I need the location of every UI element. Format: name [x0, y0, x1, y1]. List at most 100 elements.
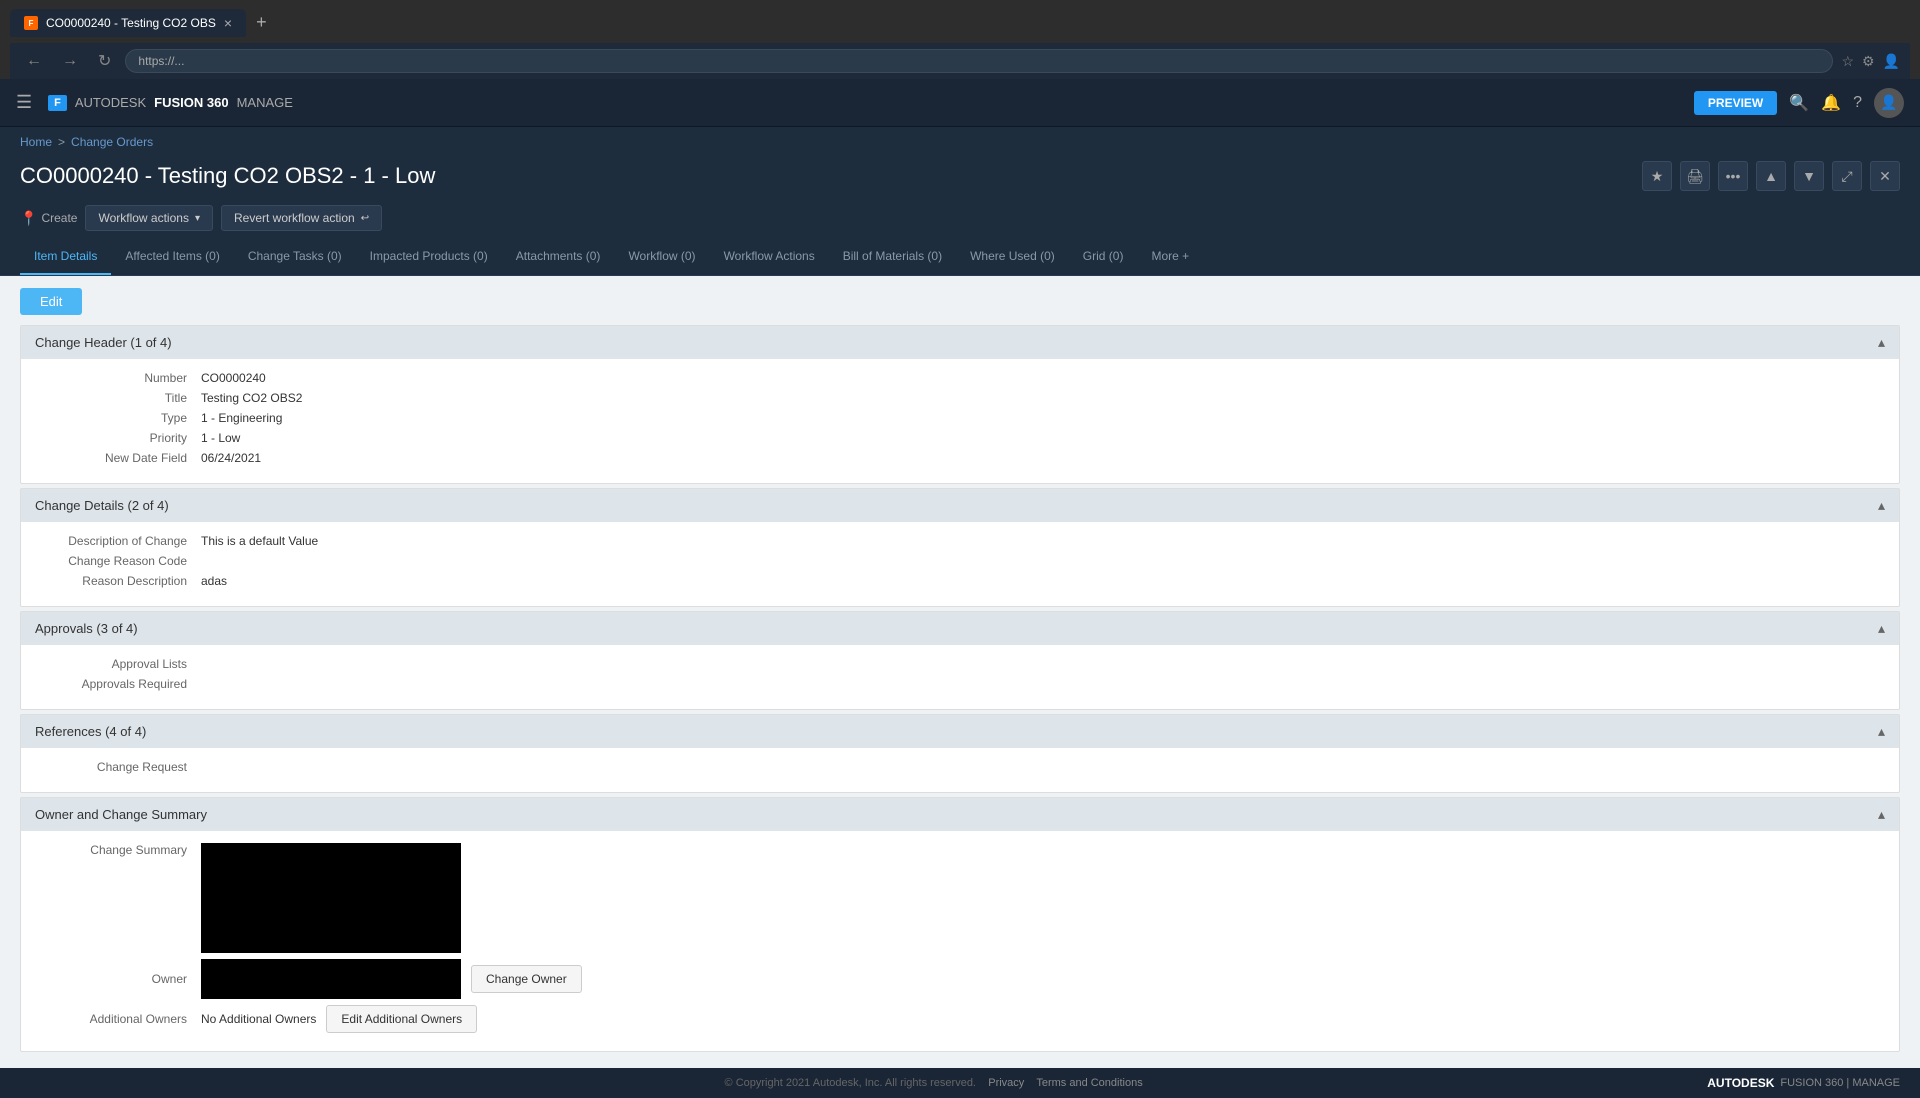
down-button[interactable]: ▼ — [1794, 161, 1824, 191]
star-button[interactable]: ★ — [1642, 161, 1672, 191]
priority-value: 1 - Low — [201, 431, 240, 445]
additional-owners-value: No Additional Owners — [201, 1012, 316, 1026]
change-details-toggle[interactable]: Change Details (2 of 4) ▴ — [21, 489, 1899, 522]
breadcrumb: Home > Change Orders — [0, 127, 1920, 157]
address-bar[interactable]: https://... — [125, 49, 1833, 73]
revert-workflow-button[interactable]: Revert workflow action ↩ — [221, 205, 382, 231]
brand-logo: F — [48, 95, 67, 111]
forward-button[interactable]: → — [56, 50, 84, 72]
user-avatar[interactable]: 👤 — [1874, 88, 1904, 118]
top-nav-right: PREVIEW 🔍 🔔 ? 👤 — [1694, 88, 1904, 118]
content-area: Edit Change Header (1 of 4) ▴ Number CO0… — [0, 276, 1920, 1068]
references-collapse-icon: ▴ — [1878, 723, 1885, 740]
change-request-label: Change Request — [41, 760, 201, 774]
brand-suffix: MANAGE — [237, 95, 293, 110]
tab-workflow[interactable]: Workflow (0) — [614, 239, 709, 275]
create-label: 📍 Create — [20, 210, 77, 227]
field-number: Number CO0000240 — [41, 371, 1879, 385]
browser-icons: ☆ ⚙ 👤 — [1841, 53, 1900, 70]
tab-impacted-products[interactable]: Impacted Products (0) — [356, 239, 502, 275]
change-details-body: Description of Change This is a default … — [21, 522, 1899, 606]
tab-grid[interactable]: Grid (0) — [1069, 239, 1138, 275]
reason-desc-label: Reason Description — [41, 574, 201, 588]
footer-terms-link[interactable]: Terms and Conditions — [1036, 1077, 1142, 1089]
change-summary-label: Change Summary — [41, 843, 201, 857]
approvals-title: Approvals (3 of 4) — [35, 621, 138, 636]
expand-button[interactable]: ⤢ — [1832, 161, 1862, 191]
field-type: Type 1 - Engineering — [41, 411, 1879, 425]
breadcrumb-separator: > — [58, 135, 65, 149]
field-additional-owners: Additional Owners No Additional Owners E… — [41, 1005, 1879, 1033]
field-owner: Owner Change Owner — [41, 959, 1879, 999]
desc-change-label: Description of Change — [41, 534, 201, 548]
browser-controls: ← → ↻ https://... ☆ ⚙ 👤 — [10, 43, 1910, 79]
page-header: CO0000240 - Testing CO2 OBS2 - 1 - Low ★… — [0, 157, 1920, 201]
tab-bom[interactable]: Bill of Materials (0) — [829, 239, 956, 275]
more-button[interactable]: ••• — [1718, 161, 1748, 191]
help-icon[interactable]: ? — [1853, 94, 1862, 112]
bookmark-icon[interactable]: ☆ — [1841, 53, 1854, 70]
field-change-summary: Change Summary — [41, 843, 1879, 953]
active-tab[interactable]: F CO0000240 - Testing CO2 OBS × — [10, 9, 246, 37]
close-button[interactable]: ✕ — [1870, 161, 1900, 191]
workflow-actions-chevron: ▾ — [195, 213, 200, 224]
title-label: Title — [41, 391, 201, 405]
change-header-title: Change Header (1 of 4) — [35, 335, 172, 350]
tab-close-button[interactable]: × — [224, 15, 232, 31]
refresh-button[interactable]: ↻ — [92, 49, 117, 73]
approvals-toggle[interactable]: Approvals (3 of 4) ▴ — [21, 612, 1899, 645]
field-reason-code: Change Reason Code — [41, 554, 1879, 568]
hamburger-menu[interactable]: ☰ — [16, 92, 32, 113]
references-section: References (4 of 4) ▴ Change Request — [20, 714, 1900, 793]
approvals-required-label: Approvals Required — [41, 677, 201, 691]
tab-workflow-actions[interactable]: Workflow Actions — [710, 239, 829, 275]
preview-button[interactable]: PREVIEW — [1694, 91, 1777, 115]
tab-change-tasks[interactable]: Change Tasks (0) — [234, 239, 356, 275]
change-details-section: Change Details (2 of 4) ▴ Description of… — [20, 488, 1900, 607]
tab-favicon: F — [24, 16, 38, 30]
approvals-section: Approvals (3 of 4) ▴ Approval Lists Appr… — [20, 611, 1900, 710]
revert-workflow-label: Revert workflow action — [234, 211, 355, 225]
owner-label: Owner — [41, 972, 201, 986]
bell-icon[interactable]: 🔔 — [1821, 93, 1841, 113]
search-icon[interactable]: 🔍 — [1789, 93, 1809, 113]
change-owner-button[interactable]: Change Owner — [471, 965, 582, 993]
tab-more[interactable]: More + — [1137, 239, 1203, 275]
reason-desc-value: adas — [201, 574, 227, 588]
brand: F AUTODESK FUSION 360 MANAGE — [48, 95, 1694, 111]
number-value: CO0000240 — [201, 371, 266, 385]
browser-tabs: F CO0000240 - Testing CO2 OBS × + — [10, 8, 1910, 37]
reason-code-label: Change Reason Code — [41, 554, 201, 568]
change-header-section: Change Header (1 of 4) ▴ Number CO000024… — [20, 325, 1900, 484]
page-actions: ★ 🖨 ••• ▲ ▼ ⤢ ✕ — [1642, 161, 1900, 191]
profile-icon[interactable]: 👤 — [1883, 53, 1900, 70]
breadcrumb-home[interactable]: Home — [20, 135, 52, 149]
print-button[interactable]: 🖨 — [1680, 161, 1710, 191]
footer-brand: AUTODESK FUSION 360 | MANAGE — [1707, 1076, 1900, 1090]
field-approval-lists: Approval Lists — [41, 657, 1879, 671]
edit-button[interactable]: Edit — [20, 288, 82, 315]
tab-where-used[interactable]: Where Used (0) — [956, 239, 1069, 275]
change-summary-editor[interactable] — [201, 843, 461, 953]
edit-additional-owners-button[interactable]: Edit Additional Owners — [326, 1005, 477, 1033]
tab-attachments[interactable]: Attachments (0) — [502, 239, 615, 275]
tab-affected-items[interactable]: Affected Items (0) — [111, 239, 233, 275]
new-tab-button[interactable]: + — [248, 8, 275, 37]
footer-privacy-link[interactable]: Privacy — [988, 1077, 1024, 1089]
field-change-request: Change Request — [41, 760, 1879, 774]
change-details-title: Change Details (2 of 4) — [35, 498, 169, 513]
workflow-actions-button[interactable]: Workflow actions ▾ — [85, 205, 213, 231]
type-value: 1 - Engineering — [201, 411, 282, 425]
up-button[interactable]: ▲ — [1756, 161, 1786, 191]
change-header-toggle[interactable]: Change Header (1 of 4) ▴ — [21, 326, 1899, 359]
back-button[interactable]: ← — [20, 50, 48, 72]
breadcrumb-change-orders[interactable]: Change Orders — [71, 135, 153, 149]
field-reason-desc: Reason Description adas — [41, 574, 1879, 588]
extension-icon[interactable]: ⚙ — [1862, 53, 1875, 70]
approval-lists-label: Approval Lists — [41, 657, 201, 671]
app-container: ☰ F AUTODESK FUSION 360 MANAGE PREVIEW 🔍… — [0, 79, 1920, 1098]
owner-summary-toggle[interactable]: Owner and Change Summary ▴ — [21, 798, 1899, 831]
references-toggle[interactable]: References (4 of 4) ▴ — [21, 715, 1899, 748]
change-header-collapse-icon: ▴ — [1878, 334, 1885, 351]
tab-item-details[interactable]: Item Details — [20, 239, 111, 275]
